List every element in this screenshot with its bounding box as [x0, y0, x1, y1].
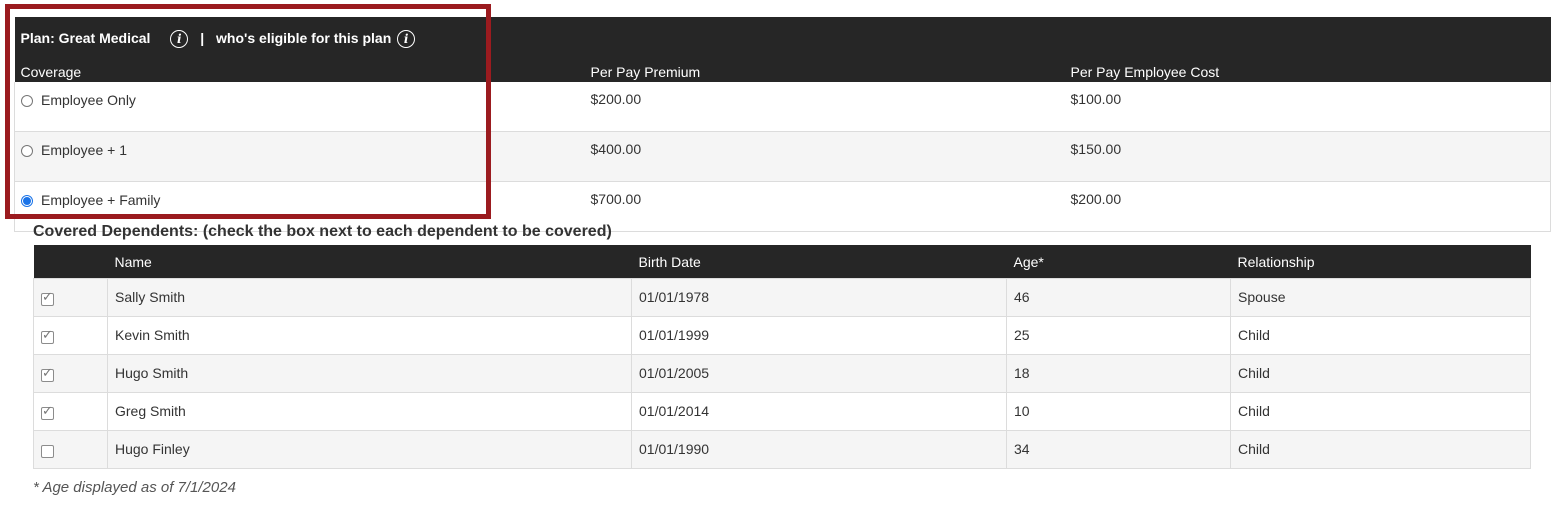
coverage-option-cell[interactable]: Employee + 1 — [14, 131, 585, 182]
header-separator: | — [200, 29, 205, 46]
plan-column-headers: Coverage Per Pay Premium Per Pay Employe… — [14, 61, 1551, 82]
dependent-row: Sally Smith 01/01/1978 46 Spouse — [33, 278, 1531, 317]
col-header-coverage: Coverage — [14, 61, 585, 82]
plan-info-icon[interactable]: i — [170, 30, 189, 49]
dependent-birth-date: 01/01/1999 — [631, 316, 1007, 355]
col-header-age: Age* — [1006, 245, 1231, 279]
coverage-radio-employee-family[interactable] — [21, 195, 33, 207]
coverage-option-label: Employee Only — [41, 92, 136, 108]
dependents-header-row: Name Birth Date Age* Relationship — [33, 245, 1531, 279]
select-cell — [33, 316, 108, 355]
dependent-relationship: Child — [1230, 392, 1531, 431]
plan-header: Plan: Great Medical i | who's eligible f… — [14, 17, 1551, 61]
premium-value: $700.00 — [584, 181, 1065, 232]
col-header-relationship: Relationship — [1230, 245, 1531, 279]
coverage-option-label: Employee + 1 — [41, 142, 127, 158]
dependent-name: Hugo Smith — [107, 354, 632, 393]
dependent-age: 34 — [1006, 430, 1231, 469]
employee-cost-value: $150.00 — [1064, 131, 1552, 182]
dependent-checkbox[interactable] — [41, 404, 54, 420]
dependent-birth-date: 01/01/1990 — [631, 430, 1007, 469]
select-cell — [33, 354, 108, 393]
dependent-relationship: Spouse — [1230, 278, 1531, 317]
dependent-checkbox[interactable] — [41, 290, 54, 306]
coverage-radio-employee-plus-one[interactable] — [21, 145, 33, 157]
dependent-age: 10 — [1006, 392, 1231, 431]
dependent-birth-date: 01/01/2005 — [631, 354, 1007, 393]
dependent-relationship: Child — [1230, 316, 1531, 355]
dependent-checkbox[interactable] — [41, 445, 54, 458]
dependents-title: Covered Dependents: (check the box next … — [33, 223, 612, 240]
plan-header-cell: Plan: Great Medical i | who's eligible f… — [14, 17, 1551, 61]
col-header-employee-cost: Per Pay Employee Cost — [1064, 61, 1551, 82]
dependent-name: Greg Smith — [107, 392, 632, 431]
employee-cost-value: $100.00 — [1064, 82, 1552, 132]
dependent-relationship: Child — [1230, 430, 1531, 469]
employee-cost-value: $200.00 — [1064, 181, 1552, 232]
dependent-age: 18 — [1006, 354, 1231, 393]
plan-table: Plan: Great Medical i | who's eligible f… — [14, 17, 1552, 232]
coverage-option-label: Employee + Family — [41, 192, 161, 208]
coverage-option-row[interactable]: Employee Only $200.00 $100.00 — [14, 82, 1552, 132]
eligibility-info-icon[interactable]: i — [397, 30, 416, 49]
dependent-row: Hugo Finley 01/01/1990 34 Child — [33, 430, 1531, 469]
select-cell — [33, 278, 108, 317]
select-cell — [33, 430, 108, 469]
dependent-row: Hugo Smith 01/01/2005 18 Child — [33, 354, 1531, 393]
eligibility-link[interactable]: who's eligible for this plan — [216, 30, 391, 46]
dependent-row: Kevin Smith 01/01/1999 25 Child — [33, 316, 1531, 355]
coverage-option-row[interactable]: Employee + 1 $400.00 $150.00 — [14, 131, 1552, 182]
plan-title: Plan: Great Medical — [20, 29, 151, 46]
age-footnote: * Age displayed as of 7/1/2024 — [33, 479, 236, 496]
dependent-age: 25 — [1006, 316, 1231, 355]
dependent-birth-date: 01/01/1978 — [631, 278, 1007, 317]
premium-value: $200.00 — [584, 82, 1065, 132]
premium-value: $400.00 — [584, 131, 1065, 182]
dependent-checkbox[interactable] — [41, 328, 54, 344]
dependent-name: Kevin Smith — [107, 316, 632, 355]
dependent-name: Sally Smith — [107, 278, 632, 317]
col-header-premium: Per Pay Premium — [584, 61, 1065, 82]
select-cell — [33, 392, 108, 431]
coverage-option-cell[interactable]: Employee Only — [14, 82, 585, 132]
dependent-birth-date: 01/01/2014 — [631, 392, 1007, 431]
col-header-name: Name — [107, 245, 632, 279]
dependent-name: Hugo Finley — [107, 430, 632, 469]
dependents-table: Name Birth Date Age* Relationship Sally … — [33, 245, 1531, 469]
coverage-radio-employee-only[interactable] — [21, 95, 33, 107]
dependent-checkbox[interactable] — [41, 366, 54, 382]
col-header-birth-date: Birth Date — [631, 245, 1007, 279]
col-header-select — [33, 245, 108, 279]
dependent-age: 46 — [1006, 278, 1231, 317]
dependent-relationship: Child — [1230, 354, 1531, 393]
dependent-row: Greg Smith 01/01/2014 10 Child — [33, 392, 1531, 431]
